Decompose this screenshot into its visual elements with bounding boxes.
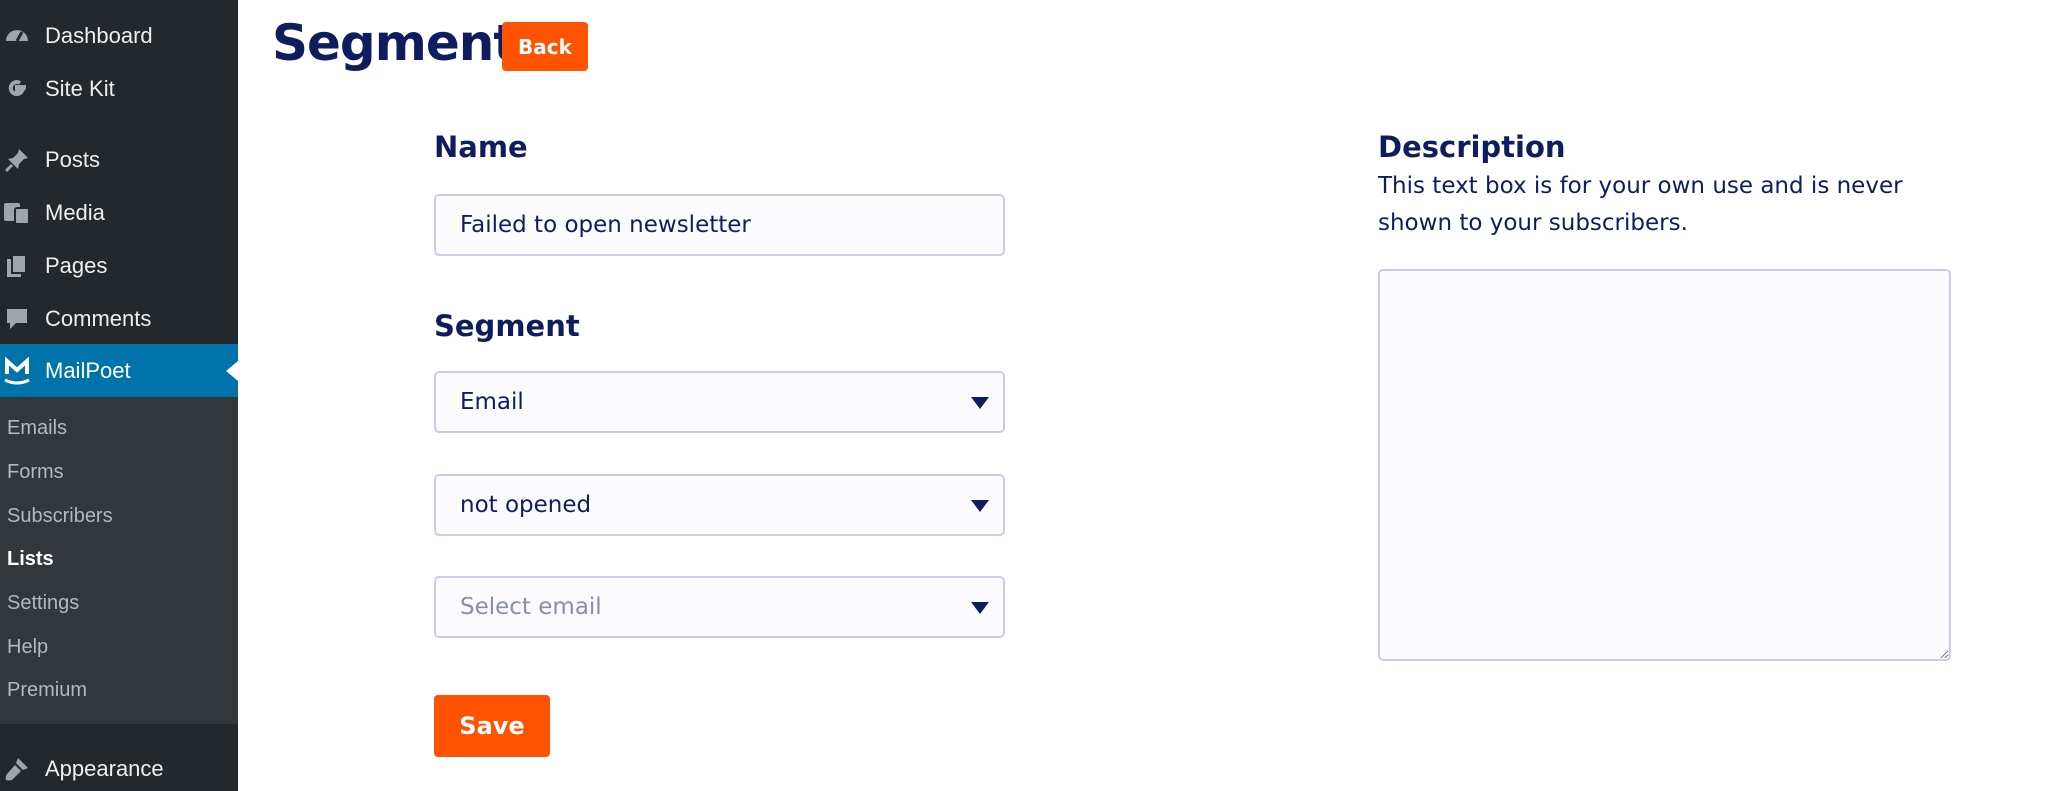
menu-item-comments[interactable]: Comments <box>0 292 238 345</box>
segment-type-value: Email <box>460 389 524 415</box>
segment-label: Segment <box>434 309 580 343</box>
menu-item-appearance[interactable]: Appearance <box>0 742 238 791</box>
menu-item-posts[interactable]: Posts <box>0 133 238 186</box>
menu-item-label: Appearance <box>45 755 164 781</box>
dropdown-arrow-icon <box>971 500 989 512</box>
menu-item-label: Site Kit <box>45 75 115 101</box>
dropdown-arrow-icon <box>971 602 989 614</box>
submenu-item-help[interactable]: Help <box>7 636 48 659</box>
select-email-placeholder: Select email <box>460 594 602 620</box>
menu-item-label: Comments <box>45 305 152 331</box>
menu-item-media[interactable]: Media <box>0 186 238 239</box>
submenu-item-premium[interactable]: Premium <box>7 679 87 702</box>
menu-item-mailpoet[interactable]: MailPoet <box>0 344 238 397</box>
menu-item-pages[interactable]: Pages <box>0 239 238 292</box>
dashboard-icon <box>2 21 32 51</box>
paintbrush-icon <box>2 754 32 784</box>
submenu-item-emails[interactable]: Emails <box>7 417 67 440</box>
submenu-item-lists[interactable]: Lists <box>7 548 54 571</box>
name-label: Name <box>434 130 528 164</box>
mailpoet-submenu: Emails Forms Subscribers Lists Settings … <box>0 397 238 724</box>
comment-bubble-icon <box>2 304 32 334</box>
mailpoet-logo-icon <box>2 356 32 386</box>
description-label: Description <box>1378 130 1566 164</box>
page-title: Segment <box>272 14 517 72</box>
submenu-item-settings[interactable]: Settings <box>7 592 79 615</box>
menu-item-label: Media <box>45 199 105 225</box>
menu-item-dashboard[interactable]: Dashboard <box>0 9 238 62</box>
back-button[interactable]: Back <box>502 22 588 71</box>
menu-item-label: Dashboard <box>45 22 153 48</box>
segment-type-select[interactable]: Email <box>434 371 1005 433</box>
segment-action-value: not opened <box>460 492 592 518</box>
segment-action-select[interactable]: not opened <box>434 474 1005 536</box>
select-email-select[interactable]: Select email <box>434 576 1005 638</box>
description-textarea[interactable] <box>1378 269 1951 661</box>
pages-icon <box>2 251 32 281</box>
menu-item-label: Pages <box>45 252 108 278</box>
menu-item-label: MailPoet <box>45 357 131 383</box>
admin-sidebar: Dashboard Site Kit Posts Media Pages Com… <box>0 0 238 791</box>
menu-item-site-kit[interactable]: Site Kit <box>0 62 238 115</box>
google-g-icon <box>2 74 32 104</box>
media-icon <box>2 198 32 228</box>
menu-item-label: Posts <box>45 146 101 172</box>
pushpin-icon <box>2 145 32 175</box>
name-input[interactable] <box>434 194 1005 256</box>
description-help-text: This text box is for your own use and is… <box>1378 173 1903 236</box>
save-button[interactable]: Save <box>434 695 550 757</box>
submenu-item-subscribers[interactable]: Subscribers <box>7 505 113 528</box>
submenu-item-forms[interactable]: Forms <box>7 461 64 484</box>
dropdown-arrow-icon <box>971 397 989 409</box>
